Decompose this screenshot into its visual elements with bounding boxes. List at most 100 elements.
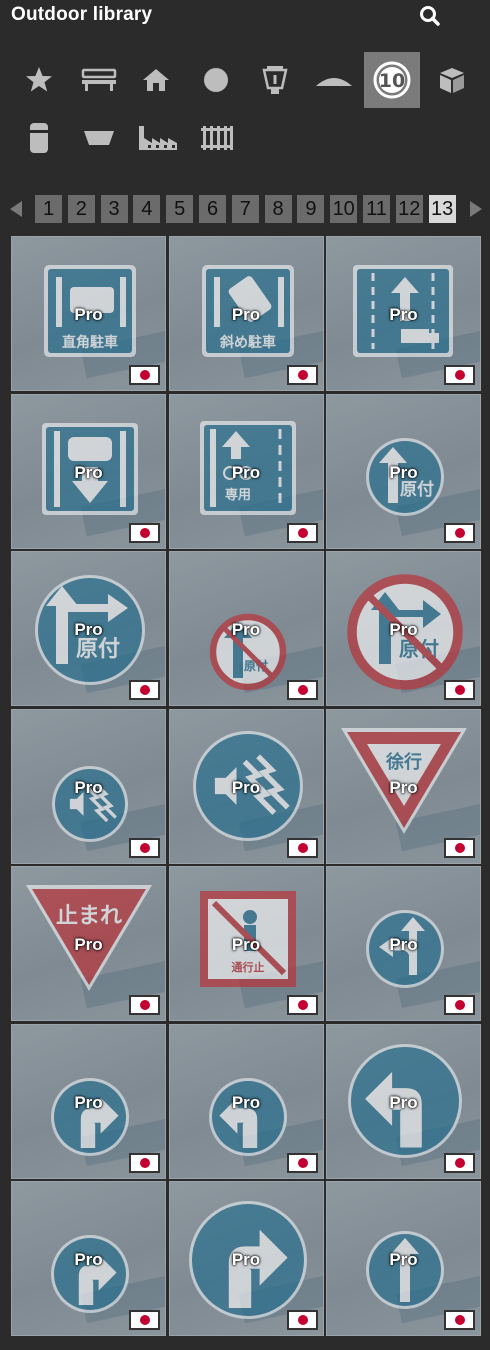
next-page-icon[interactable]: [468, 199, 484, 219]
pro-badge: Pro: [231, 935, 261, 954]
page-3-button[interactable]: 3: [100, 195, 128, 223]
japan-flag-icon: [286, 522, 318, 543]
pro-badge: Pro: [231, 1250, 261, 1269]
asset-tile[interactable]: 原付Pro: [326, 393, 481, 549]
asset-tile[interactable]: Pro: [326, 1181, 481, 1336]
page-13-button[interactable]: 13: [428, 195, 456, 223]
asset-tile[interactable]: Pro: [168, 1181, 324, 1336]
page-4-button[interactable]: 4: [133, 195, 161, 223]
category-lantern-button[interactable]: [247, 52, 303, 108]
header: Outdoor library: [0, 0, 490, 34]
asset-tile[interactable]: 徐行 Pro: [326, 708, 481, 864]
asset-tile[interactable]: Pro: [326, 866, 481, 1021]
category-star-button[interactable]: [11, 52, 67, 108]
japan-flag-icon: [286, 1310, 318, 1330]
pro-badge: Pro: [389, 777, 418, 797]
asset-tile[interactable]: Pro: [168, 1023, 324, 1179]
asset-tile[interactable]: Pro: [11, 1023, 166, 1179]
crate-icon: [436, 65, 468, 95]
asset-tile[interactable]: 斜め駐車 Pro: [168, 236, 324, 391]
pro-badge: Pro: [389, 305, 418, 324]
page-9-button[interactable]: 9: [297, 195, 325, 223]
asset-tile[interactable]: 原付Pro: [11, 551, 166, 706]
asset-tile[interactable]: 原付Pro: [326, 551, 481, 706]
category-circle-button[interactable]: [188, 52, 244, 108]
svg-text:直角駐車: 直角駐車: [62, 334, 118, 351]
fence-icon: [200, 124, 234, 152]
pro-badge: Pro: [231, 305, 261, 324]
factory-icon: [138, 124, 178, 152]
pro-badge: Pro: [74, 777, 103, 797]
category-mound-button[interactable]: [306, 52, 362, 108]
category-road-sign-button[interactable]: 10: [364, 52, 420, 108]
asset-tile[interactable]: 直角駐車 Pro: [11, 236, 166, 391]
category-bench-button[interactable]: [71, 52, 127, 108]
japan-flag-icon: [286, 995, 318, 1015]
pro-badge: Pro: [74, 462, 103, 482]
lantern-icon: [260, 64, 290, 96]
japan-flag-icon: [444, 1310, 475, 1330]
japan-flag-icon: [129, 680, 160, 700]
page-5-button[interactable]: 5: [166, 195, 194, 223]
category-crate-button[interactable]: [424, 52, 480, 108]
asset-tile[interactable]: Pro: [11, 1181, 166, 1336]
asset-tile[interactable]: Pro: [11, 708, 166, 864]
japan-flag-icon: [444, 1152, 475, 1173]
category-fence-button[interactable]: [189, 110, 245, 166]
japan-flag-icon: [444, 522, 475, 543]
page-2-button[interactable]: 2: [67, 195, 95, 223]
japan-flag-icon: [286, 837, 318, 858]
japan-flag-icon: [129, 1310, 160, 1330]
svg-text:原付: 原付: [76, 637, 120, 662]
pro-badge: Pro: [74, 935, 103, 954]
page-12-button[interactable]: 12: [395, 195, 423, 223]
svg-text:10: 10: [379, 70, 405, 92]
asset-tile[interactable]: Pro: [11, 393, 166, 549]
category-bollard-button[interactable]: [11, 110, 67, 166]
prev-page-icon[interactable]: [8, 199, 24, 219]
japan-flag-icon: [286, 680, 318, 700]
asset-tile[interactable]: Pro: [168, 708, 324, 864]
page-1-button[interactable]: 1: [35, 195, 62, 223]
japan-flag-icon: [444, 365, 475, 385]
asset-tile[interactable]: 専用 Pro: [168, 393, 324, 549]
asset-tile[interactable]: Pro: [326, 1023, 481, 1179]
road-sign-icon: 10: [373, 61, 411, 99]
pro-badge: Pro: [231, 462, 261, 482]
svg-text:止まれ: 止まれ: [56, 904, 122, 929]
page-6-button[interactable]: 6: [199, 195, 226, 223]
page-11-button[interactable]: 11: [363, 195, 390, 223]
house-icon: [142, 67, 170, 93]
page-title: Outdoor library: [11, 4, 153, 25]
category-house-button[interactable]: [128, 52, 184, 108]
category-planter-button[interactable]: [71, 110, 127, 166]
japan-flag-icon: [286, 1152, 318, 1173]
circle-icon: [202, 66, 230, 94]
page-10-button[interactable]: 10: [330, 195, 358, 223]
asset-tile[interactable]: 通行止 Pro: [168, 866, 324, 1021]
page-7-button[interactable]: 7: [231, 195, 259, 223]
pro-badge: Pro: [389, 620, 418, 639]
pro-badge: Pro: [389, 462, 418, 482]
pro-badge: Pro: [74, 620, 103, 639]
pro-badge: Pro: [231, 620, 261, 639]
page-8-button[interactable]: 8: [264, 195, 292, 223]
star-icon: [24, 65, 54, 95]
search-icon[interactable]: [418, 5, 442, 27]
category-factory-button[interactable]: [130, 110, 186, 166]
japan-flag-icon: [444, 680, 475, 700]
asset-tile[interactable]: 止まれ Pro: [11, 866, 166, 1021]
japan-flag-icon: [129, 837, 160, 858]
svg-text:徐行: 徐行: [385, 751, 422, 773]
japan-flag-icon: [129, 1152, 160, 1173]
bollard-icon: [28, 121, 50, 155]
bench-icon: [81, 67, 117, 93]
pro-badge: Pro: [74, 305, 103, 324]
asset-tile[interactable]: 原付Pro: [168, 551, 324, 706]
asset-tile[interactable]: Pro: [326, 236, 481, 391]
svg-text:斜め駐車: 斜め駐車: [219, 334, 276, 351]
pro-badge: Pro: [231, 1092, 261, 1112]
pro-badge: Pro: [74, 1092, 103, 1112]
japan-flag-icon: [444, 995, 475, 1015]
pro-badge: Pro: [231, 777, 261, 797]
